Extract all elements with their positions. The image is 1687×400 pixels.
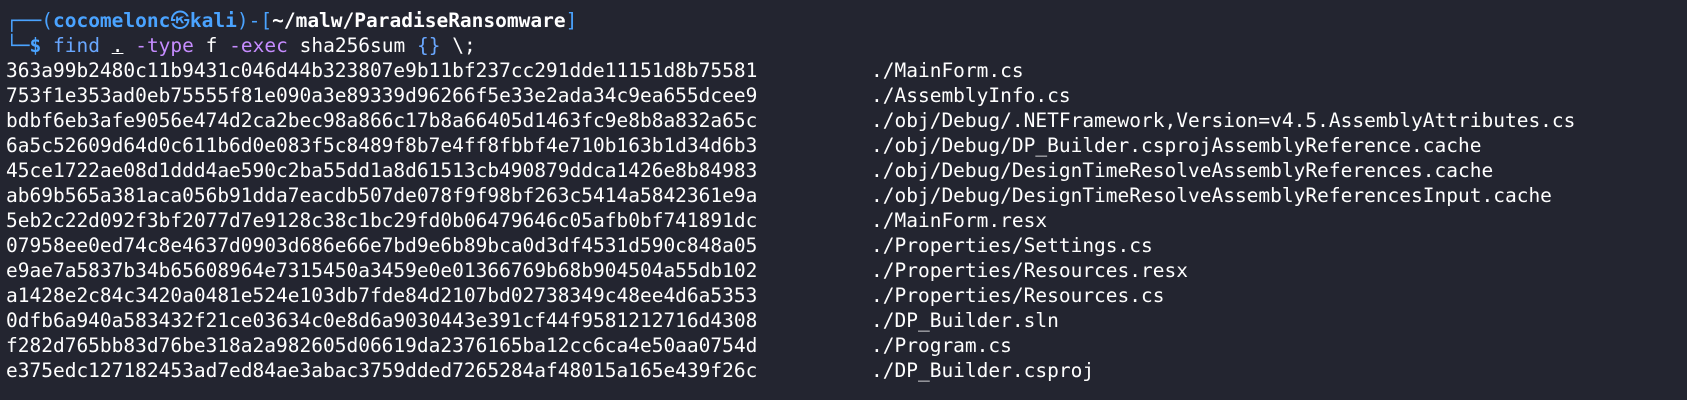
terminal-window[interactable]: ┌──(cocomelonc㉿kali)-[~/malw/ParadiseRan…	[0, 0, 1687, 400]
command-arg-dot: .	[111, 34, 124, 57]
prompt-line: ┌──(cocomelonc㉿kali)-[~/malw/ParadiseRan…	[6, 8, 1687, 33]
hash-value: 07958ee0ed74c8e4637d0903d686e66e7bd9e6b8…	[6, 234, 758, 257]
command-terminator: \;	[452, 34, 476, 57]
file-path: ./DP_Builder.sln	[871, 309, 1059, 332]
hash-value: ab69b565a381aca056b91dda7eacdb507de078f9…	[6, 184, 758, 207]
output-row: a1428e2c84c3420a0481e524e103db7fde84d210…	[6, 283, 1687, 308]
command-type-value: f	[205, 34, 218, 57]
file-path: ./Properties/Settings.cs	[871, 234, 1153, 257]
output-block: 363a99b2480c11b9431c046d44b323807e9b11bf…	[6, 58, 1687, 383]
output-row: ab69b565a381aca056b91dda7eacdb507de078f9…	[6, 183, 1687, 208]
command-name: find	[52, 34, 100, 57]
prompt-path-end: ]	[565, 9, 578, 32]
hash-value: a1428e2c84c3420a0481e524e103db7fde84d210…	[6, 284, 758, 307]
command-exec-cmd: sha256sum	[299, 34, 406, 57]
hash-value: 6a5c52609d64d0c611b6d0e083f5c8489f8b7e4f…	[6, 134, 758, 157]
hash-value: f282d765bb83d76be318a2a982605d06619da237…	[6, 334, 758, 357]
output-row: 363a99b2480c11b9431c046d44b323807e9b11bf…	[6, 58, 1687, 83]
output-row: 07958ee0ed74c8e4637d0903d686e66e7bd9e6b8…	[6, 233, 1687, 258]
hash-value: 753f1e353ad0eb75555f81e090a3e89339d96266…	[6, 84, 758, 107]
file-path: ./obj/Debug/DP_Builder.csprojAssemblyRef…	[871, 134, 1482, 157]
prompt-path: ~/malw/ParadiseRansomware	[272, 9, 566, 32]
output-row: 753f1e353ad0eb75555f81e090a3e89339d96266…	[6, 83, 1687, 108]
skull-icon: ㉿	[170, 9, 190, 32]
prompt-host: kali	[189, 9, 237, 32]
output-row: 45ce1722ae08d1ddd4ae590c2ba55dd1a8d61513…	[6, 158, 1687, 183]
output-row: e9ae7a5837b34b65608964e7315450a3459e0e01…	[6, 258, 1687, 283]
hash-value: bdbf6eb3afe9056e474d2ca2bec98a866c17b8a6…	[6, 109, 758, 132]
prompt-user: cocomelonc	[52, 9, 171, 32]
file-path: ./MainForm.cs	[871, 59, 1024, 82]
output-row: f282d765bb83d76be318a2a982605d06619da237…	[6, 333, 1687, 358]
prompt-dollar: $	[29, 34, 42, 57]
file-path: ./MainForm.resx	[871, 209, 1048, 232]
output-row: 0dfb6a940a583432f21ce03634c0e8d6a9030443…	[6, 308, 1687, 333]
hash-value: e9ae7a5837b34b65608964e7315450a3459e0e01…	[6, 259, 758, 282]
output-row: bdbf6eb3afe9056e474d2ca2bec98a866c17b8a6…	[6, 108, 1687, 133]
file-path: ./Properties/Resources.resx	[871, 259, 1188, 282]
file-path: ./obj/Debug/.NETFramework,Version=v4.5.A…	[871, 109, 1576, 132]
hash-value: 45ce1722ae08d1ddd4ae590c2ba55dd1a8d61513…	[6, 159, 758, 182]
hash-value: 0dfb6a940a583432f21ce03634c0e8d6a9030443…	[6, 309, 758, 332]
prompt-separator: )-[	[236, 9, 273, 32]
command-line[interactable]: └─$ find . -type f -exec sha256sum {} \;	[6, 33, 1687, 58]
file-path: ./obj/Debug/DesignTimeResolveAssemblyRef…	[871, 184, 1552, 207]
output-row: 6a5c52609d64d0c611b6d0e083f5c8489f8b7e4f…	[6, 133, 1687, 158]
output-row: 5eb2c22d092f3bf2077d7e9128c38c1bc29fd0b0…	[6, 208, 1687, 233]
hash-value: e375edc127182453ad7ed84ae3abac3759dded72…	[6, 359, 758, 382]
file-path: ./Properties/Resources.cs	[871, 284, 1165, 307]
hash-value: 5eb2c22d092f3bf2077d7e9128c38c1bc29fd0b0…	[6, 209, 758, 232]
prompt-box-top: ┌──(	[6, 9, 53, 32]
file-path: ./DP_Builder.csproj	[871, 359, 1095, 382]
file-path: ./obj/Debug/DesignTimeResolveAssemblyRef…	[871, 159, 1494, 182]
command-braces: {}	[417, 34, 441, 57]
file-path: ./Program.cs	[871, 334, 1012, 357]
command-flag-exec: -exec	[229, 34, 288, 57]
hash-value: 363a99b2480c11b9431c046d44b323807e9b11bf…	[6, 59, 758, 82]
command-flag-type: -type	[135, 34, 194, 57]
prompt-box-bottom: └─	[6, 34, 30, 57]
file-path: ./AssemblyInfo.cs	[871, 84, 1071, 107]
output-row: e375edc127182453ad7ed84ae3abac3759dded72…	[6, 358, 1687, 383]
